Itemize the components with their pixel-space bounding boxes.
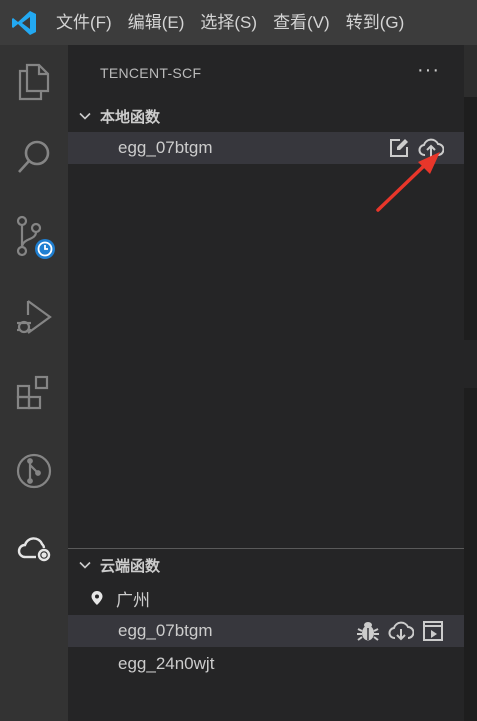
local-functions-title: 本地函数 [100,108,161,126]
chevron-down-icon [74,105,96,127]
extensions-icon[interactable] [0,363,68,423]
source-control-icon[interactable] [0,207,68,267]
menu-file[interactable]: 文件(F) [48,0,120,45]
cloud-functions-title: 云端函数 [100,557,161,575]
function-label: egg_07btgm [118,138,213,157]
menu-bar: 文件(F) 编辑(E) 选择(S) 查看(V) 转到(G) [0,0,477,45]
region-item[interactable]: 广州 [68,582,464,614]
activity-bar [0,45,68,721]
menu-selection[interactable]: 选择(S) [192,0,265,45]
run-debug-icon[interactable] [0,287,68,347]
side-bar: TENCENT-SCF ··· 本地函数 egg_07btgm 云端函数 广州 … [68,45,464,721]
editor-panel-divider [464,340,477,388]
invoke-icon[interactable] [422,620,444,642]
chevron-down-icon [74,554,96,576]
local-functions-section-header[interactable]: 本地函数 [68,100,464,132]
location-pin-icon [90,590,104,611]
local-function-item[interactable]: egg_07btgm [68,132,464,164]
menu-view[interactable]: 查看(V) [265,0,338,45]
cloud-function-item[interactable]: egg_07btgm [68,615,464,647]
row-actions [388,132,444,164]
function-label: egg_24n0wjt [118,654,215,673]
explorer-icon[interactable] [0,52,68,112]
tencent-scf-icon[interactable] [0,519,68,579]
debug-icon[interactable] [356,619,380,643]
editor-area [464,45,477,721]
sidebar-title: TENCENT-SCF [100,64,202,81]
cloud-download-icon[interactable] [388,620,414,642]
deploy-cloud-upload-icon[interactable] [418,137,444,159]
cloud-functions-section-header[interactable]: 云端函数 [68,549,464,581]
sidebar-header: TENCENT-SCF ··· [68,45,464,100]
region-label: 广州 [116,590,150,610]
menu-edit[interactable]: 编辑(E) [120,0,193,45]
edit-icon[interactable] [388,137,410,159]
function-label: egg_07btgm [118,621,213,640]
row-actions [356,615,444,647]
more-actions-icon[interactable]: ··· [417,60,440,80]
editor-tab-strip [464,45,477,97]
cloud-function-item[interactable]: egg_24n0wjt [68,648,464,680]
menu-goto[interactable]: 转到(G) [338,0,413,45]
git-graph-icon[interactable] [0,441,68,501]
vscode-logo-icon[interactable] [0,0,48,45]
search-icon[interactable] [0,127,68,187]
